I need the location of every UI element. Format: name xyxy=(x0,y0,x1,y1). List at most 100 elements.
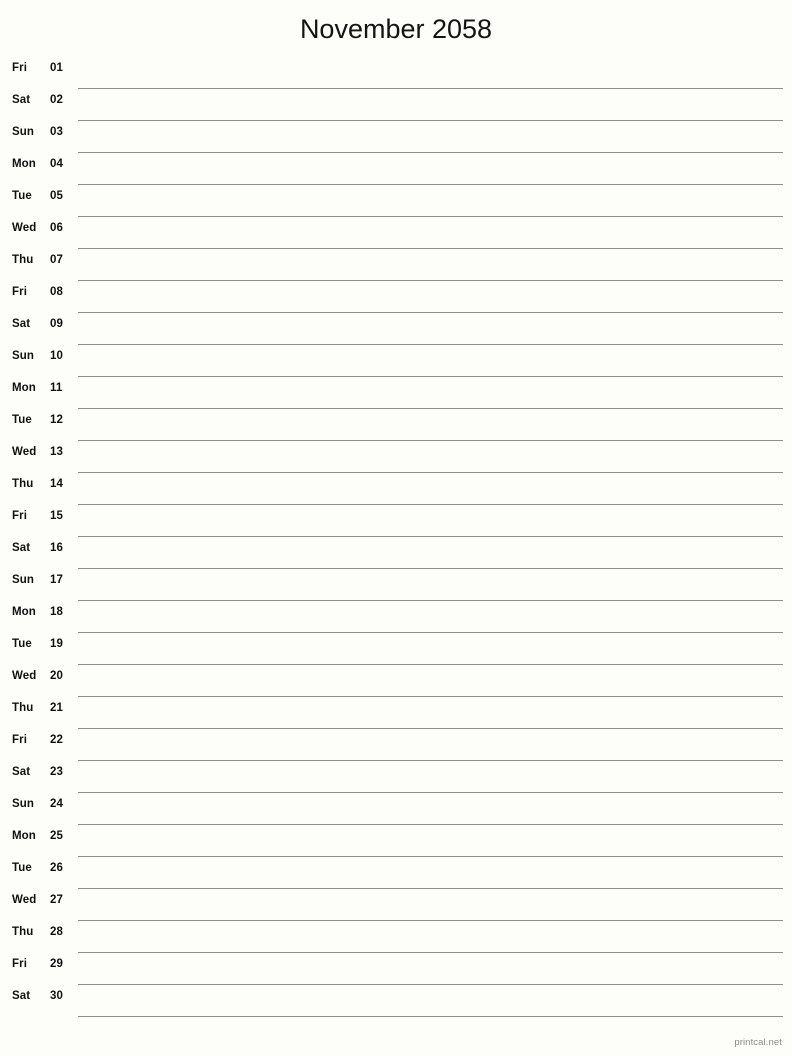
day-writing-line[interactable] xyxy=(78,505,783,537)
day-writing-line[interactable] xyxy=(78,313,783,345)
day-writing-line[interactable] xyxy=(78,121,783,153)
day-number-label: 26 xyxy=(50,862,63,874)
day-row: Tue 26 xyxy=(12,857,783,889)
day-weekday-label: Sat xyxy=(12,766,31,778)
day-weekday-label: Sat xyxy=(12,318,31,330)
day-writing-line[interactable] xyxy=(78,665,783,697)
day-number-label: 20 xyxy=(50,670,63,682)
day-number-label: 19 xyxy=(50,638,63,650)
day-number-label: 30 xyxy=(50,990,63,1002)
day-weekday-label: Sun xyxy=(12,798,35,810)
day-row: Wed 06 xyxy=(12,217,783,249)
day-number-label: 25 xyxy=(50,830,63,842)
day-writing-line[interactable] xyxy=(78,697,783,729)
day-number-label: 06 xyxy=(50,222,63,234)
day-weekday-label: Mon xyxy=(12,158,36,170)
day-writing-line[interactable] xyxy=(78,217,783,249)
day-writing-line[interactable] xyxy=(78,921,783,953)
day-weekday-label: Sat xyxy=(12,94,31,106)
day-weekday-label: Thu xyxy=(12,702,34,714)
day-number-label: 05 xyxy=(50,190,63,202)
day-row: Wed 13 xyxy=(12,441,783,473)
day-writing-line[interactable] xyxy=(78,857,783,889)
day-writing-line[interactable] xyxy=(78,441,783,473)
day-number-label: 02 xyxy=(50,94,63,106)
day-writing-line[interactable] xyxy=(78,185,783,217)
day-number-label: 04 xyxy=(50,158,63,170)
day-row: Sun 03 xyxy=(12,121,783,153)
day-row: Sun 17 xyxy=(12,569,783,601)
day-weekday-label: Sat xyxy=(12,542,31,554)
day-row: Tue 05 xyxy=(12,185,783,217)
day-weekday-label: Thu xyxy=(12,478,34,490)
day-number-label: 24 xyxy=(50,798,63,810)
day-weekday-label: Fri xyxy=(12,958,27,970)
day-writing-line[interactable] xyxy=(78,601,783,633)
day-weekday-label: Fri xyxy=(12,62,27,74)
day-weekday-label: Fri xyxy=(12,510,27,522)
day-number-label: 21 xyxy=(50,702,63,714)
day-weekday-label: Sun xyxy=(12,350,35,362)
day-row: Mon 04 xyxy=(12,153,783,185)
day-row: Fri 08 xyxy=(12,281,783,313)
day-writing-line[interactable] xyxy=(78,985,783,1017)
day-weekday-label: Mon xyxy=(12,830,36,842)
day-row: Sat 23 xyxy=(12,761,783,793)
day-writing-line[interactable] xyxy=(78,761,783,793)
day-row: Fri 01 xyxy=(12,57,783,89)
day-number-label: 14 xyxy=(50,478,63,490)
day-writing-line[interactable] xyxy=(78,281,783,313)
day-row: Sat 02 xyxy=(12,89,783,121)
day-writing-line[interactable] xyxy=(78,569,783,601)
day-row-list: Fri 01 Sat 02 Sun 03 Mon 04 Tue 05 Wed 06 Thu 07 Fri 08… xyxy=(0,57,792,1017)
day-row: Fri 15 xyxy=(12,505,783,537)
day-writing-line[interactable] xyxy=(78,249,783,281)
day-number-label: 08 xyxy=(50,286,63,298)
day-writing-line[interactable] xyxy=(78,345,783,377)
day-weekday-label: Sun xyxy=(12,574,35,586)
day-number-label: 16 xyxy=(50,542,63,554)
day-number-label: 01 xyxy=(50,62,63,74)
day-row: Tue 12 xyxy=(12,409,783,441)
day-writing-line[interactable] xyxy=(78,889,783,921)
day-number-label: 22 xyxy=(50,734,63,746)
day-row: Mon 18 xyxy=(12,601,783,633)
day-writing-line[interactable] xyxy=(78,89,783,121)
day-row: Wed 20 xyxy=(12,665,783,697)
day-row: Mon 25 xyxy=(12,825,783,857)
day-writing-line[interactable] xyxy=(78,409,783,441)
day-weekday-label: Fri xyxy=(12,734,27,746)
day-writing-line[interactable] xyxy=(78,537,783,569)
day-number-label: 03 xyxy=(50,126,63,138)
day-writing-line[interactable] xyxy=(78,825,783,857)
day-row: Fri 22 xyxy=(12,729,783,761)
day-weekday-label: Sat xyxy=(12,990,31,1002)
day-writing-line[interactable] xyxy=(78,473,783,505)
day-writing-line[interactable] xyxy=(78,953,783,985)
calendar-page: November 2058 Fri 01 Sat 02 Sun 03 Mon 04 Tue 05 W… xyxy=(0,0,792,1056)
day-weekday-label: Thu xyxy=(12,926,34,938)
day-number-label: 29 xyxy=(50,958,63,970)
day-row: Sat 30 xyxy=(12,985,783,1017)
day-row: Thu 21 xyxy=(12,697,783,729)
day-number-label: 28 xyxy=(50,926,63,938)
day-writing-line[interactable] xyxy=(78,57,783,89)
day-row: Sat 09 xyxy=(12,313,783,345)
page-title: November 2058 xyxy=(299,14,493,44)
day-weekday-label: Fri xyxy=(12,286,27,298)
day-row: Mon 11 xyxy=(12,377,783,409)
day-writing-line[interactable] xyxy=(78,793,783,825)
day-weekday-label: Wed xyxy=(12,670,37,682)
day-number-label: 15 xyxy=(50,510,63,522)
day-row: Sun 24 xyxy=(12,793,783,825)
day-weekday-label: Thu xyxy=(12,254,34,266)
day-number-label: 18 xyxy=(50,606,63,618)
day-writing-line[interactable] xyxy=(78,377,783,409)
day-number-label: 23 xyxy=(50,766,63,778)
day-writing-line[interactable] xyxy=(78,633,783,665)
footer-credit: printcal.net xyxy=(734,1037,782,1048)
day-number-label: 13 xyxy=(50,446,63,458)
day-row: Thu 28 xyxy=(12,921,783,953)
day-writing-line[interactable] xyxy=(78,153,783,185)
day-writing-line[interactable] xyxy=(78,729,783,761)
